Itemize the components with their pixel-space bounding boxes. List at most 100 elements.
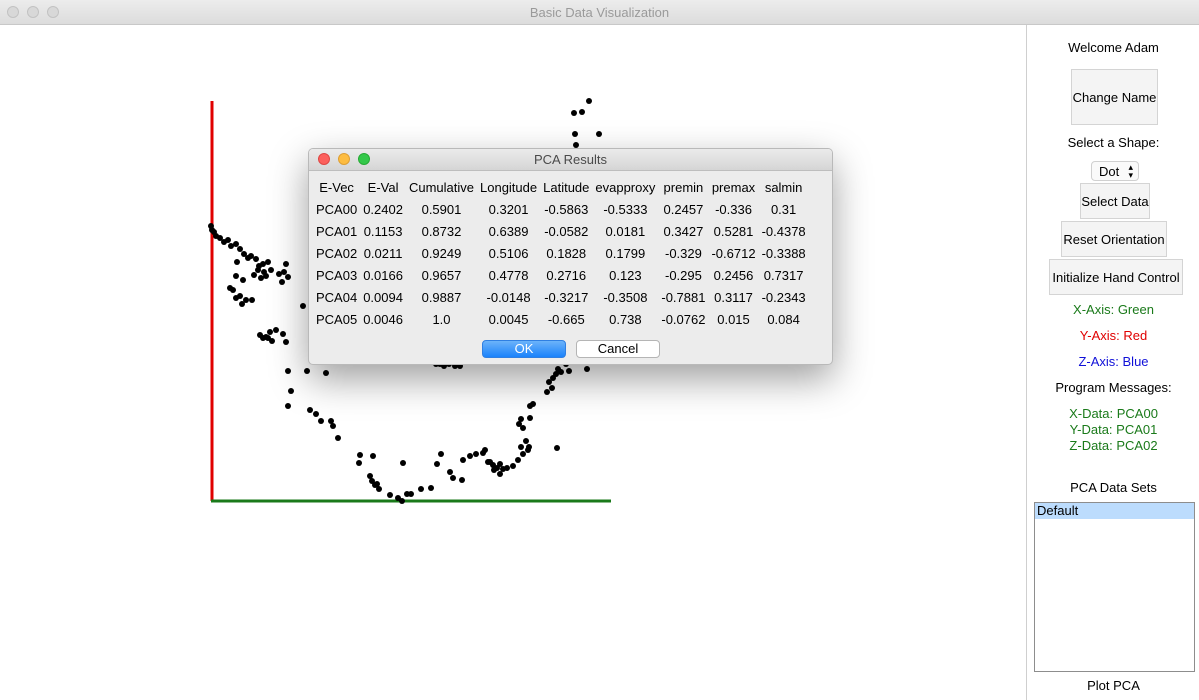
data-point <box>249 297 255 303</box>
table-cell: -0.0148 <box>486 289 531 305</box>
row-label: PCA05 <box>316 311 358 327</box>
data-point <box>399 498 405 504</box>
data-point <box>313 411 319 417</box>
data-point <box>237 246 243 252</box>
data-point <box>460 457 466 463</box>
table-cell: 0.2716 <box>546 267 587 283</box>
data-point <box>530 401 536 407</box>
pca-results-dialog: PCA Results E-Vec E-Val Cumulative Longi… <box>308 148 833 365</box>
data-point <box>273 327 279 333</box>
stepper-arrows-icon: ▴ ▾ <box>1128 162 1133 180</box>
x-axis-legend: X-Axis: Green <box>1073 302 1154 317</box>
data-point <box>285 274 291 280</box>
row-label: PCA01 <box>316 223 358 239</box>
table-cell: -0.329 <box>664 245 702 261</box>
table-cell: -0.3217 <box>544 289 589 305</box>
data-point <box>549 385 555 391</box>
table-cell: -0.0582 <box>544 223 589 239</box>
table-cell: -0.5863 <box>544 201 589 217</box>
table-cell: -0.3388 <box>761 245 806 261</box>
column-header: salmin <box>764 179 803 195</box>
dialog-titlebar[interactable]: PCA Results <box>309 149 832 171</box>
window-titlebar[interactable]: Basic Data Visualization <box>0 0 1199 25</box>
table-cell: 0.0211 <box>363 245 403 261</box>
table-cell: -0.295 <box>664 267 702 283</box>
reset-orientation-button[interactable]: Reset Orientation <box>1061 221 1167 257</box>
table-cell: 0.123 <box>609 267 642 283</box>
program-messages-label: Program Messages: <box>1055 380 1172 395</box>
table-header-row: E-Vec E-Val Cumulative Longitude Latitud… <box>313 176 809 198</box>
data-point <box>265 259 271 265</box>
data-point <box>356 460 362 466</box>
table-row: PCA04 0.0094 0.9887 -0.0148 -0.3217 -0.3508 -0… <box>313 286 809 308</box>
data-point <box>408 491 414 497</box>
table-cell: 1.0 <box>432 311 451 327</box>
table-cell: 0.0181 <box>605 223 646 239</box>
ok-button[interactable]: OK <box>482 340 566 358</box>
table-cell: 0.5106 <box>488 245 529 261</box>
table-cell: 0.1153 <box>363 223 403 239</box>
table-cell: -0.665 <box>547 311 585 327</box>
data-point <box>558 369 564 375</box>
data-point <box>482 447 488 453</box>
data-point <box>459 477 465 483</box>
y-axis-legend: Y-Axis: Red <box>1079 328 1148 343</box>
message-z-data: Z-Data: PCA02 <box>1069 438 1158 453</box>
table-row: PCA01 0.1153 0.8732 0.6389 -0.0582 0.0181 0.34… <box>313 220 809 242</box>
data-point <box>554 445 560 451</box>
message-y-data: Y-Data: PCA01 <box>1069 422 1158 437</box>
table-cell: 0.015 <box>717 311 750 327</box>
table-cell: 0.9249 <box>421 245 462 261</box>
data-point <box>434 461 440 467</box>
table-cell: 0.2402 <box>363 201 403 217</box>
data-point <box>450 475 456 481</box>
data-point <box>515 457 521 463</box>
data-point <box>370 453 376 459</box>
data-point <box>467 453 473 459</box>
shape-select[interactable]: Dot ▴ ▾ <box>1091 161 1139 181</box>
column-header: evapproxy <box>595 179 656 195</box>
initialize-hand-control-button[interactable]: Initialize Hand Control <box>1049 259 1183 295</box>
data-point <box>253 256 259 262</box>
data-point <box>283 339 289 345</box>
table-cell: -0.4378 <box>761 223 806 239</box>
select-data-button[interactable]: Select Data <box>1080 183 1150 219</box>
table-cell: 0.738 <box>609 311 642 327</box>
data-point <box>304 368 310 374</box>
data-point <box>307 407 313 413</box>
table-cell: -0.2343 <box>761 289 806 305</box>
change-name-button[interactable]: Change Name <box>1071 69 1158 125</box>
data-point <box>447 469 453 475</box>
table-cell: 0.2457 <box>663 201 704 217</box>
data-point <box>387 492 393 498</box>
table-row: PCA03 0.0166 0.9657 0.4778 0.2716 0.123 -0.295… <box>313 264 809 286</box>
plot-pca-button[interactable]: Plot PCA <box>1027 678 1199 693</box>
row-label: PCA03 <box>316 267 358 283</box>
data-point <box>504 465 510 471</box>
dialog-title: PCA Results <box>534 152 607 167</box>
table-cell: 0.31 <box>770 201 797 217</box>
data-point <box>240 277 246 283</box>
data-point <box>230 287 236 293</box>
pca-data-sets-list[interactable]: Default <box>1034 502 1195 672</box>
window-title: Basic Data Visualization <box>529 5 670 20</box>
pca-table-body: PCA00 0.2402 0.5901 0.3201 -0.5863 -0.5333 0.2… <box>313 198 809 330</box>
list-item[interactable]: Default <box>1035 503 1194 519</box>
data-point <box>263 273 269 279</box>
data-point <box>239 301 245 307</box>
data-point <box>497 471 503 477</box>
table-cell: 0.9657 <box>421 267 462 283</box>
data-point <box>357 452 363 458</box>
data-point <box>318 418 324 424</box>
data-point <box>428 485 434 491</box>
data-point <box>374 481 380 487</box>
table-cell: 0.7317 <box>763 267 804 283</box>
data-point <box>255 267 261 273</box>
table-cell: 0.1799 <box>605 245 646 261</box>
table-cell: 0.6389 <box>488 223 529 239</box>
row-label: PCA04 <box>316 289 358 305</box>
table-cell: -0.3508 <box>603 289 648 305</box>
cancel-button[interactable]: Cancel <box>576 340 660 358</box>
data-point <box>487 459 493 465</box>
row-label: PCA02 <box>316 245 358 261</box>
